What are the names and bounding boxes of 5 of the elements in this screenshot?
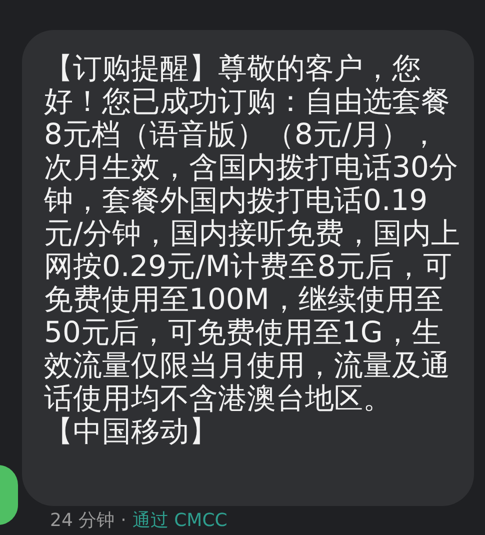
message-text: 【订购提醒】尊敬的客户，您好！您已成功订购：自由选套餐8元档（语音版）（8元/月），次月生效，含国内拨打电话30分钟，套餐外国内拨打电话0.19元/分钟，国内接听免费，国内上网按0.29元/M计费至8元后，可免费使用至100M，继续使用至50元后，可免费使用至1G，生效流量仅限当月使用，流量及通话使用均不含港澳台地区。 [44, 52, 460, 415]
sender-via: 通过 CMCC [132, 510, 228, 532]
message-signature: 【中国移动】 [44, 415, 219, 448]
separator-dot: · [120, 510, 126, 532]
message-time: 24 分钟 [50, 510, 115, 532]
